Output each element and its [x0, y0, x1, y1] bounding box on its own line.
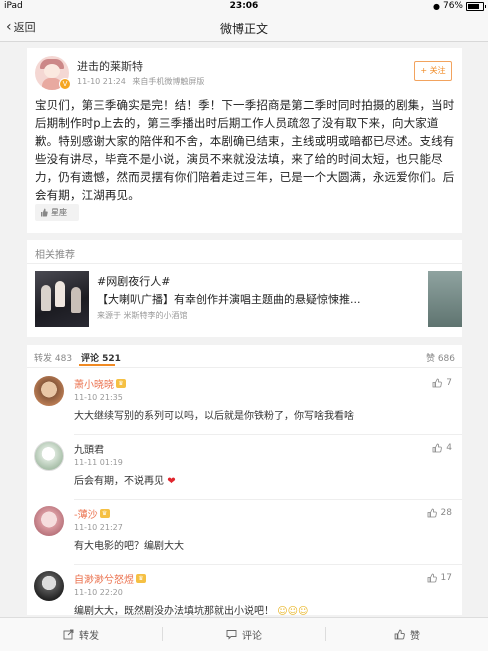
heart-icon: ❤ — [167, 476, 176, 487]
thumb-up-icon — [394, 629, 405, 640]
thumb-up-icon — [427, 508, 437, 518]
lock-icon: ● — [433, 1, 440, 11]
post-text: 宝贝们，第三季确实是完！结！季！下一季招商是第二季时同时拍摄的剧集，当时后期制作… — [35, 98, 455, 202]
thumb-figure — [41, 285, 51, 311]
comment-text: 有大电影的吧？编剧大大 — [74, 541, 184, 552]
recommend-thumbnail[interactable] — [35, 271, 89, 327]
post-source: 来自手机微博触屏版 — [132, 77, 205, 86]
comment-time: 11-10 21:27 — [74, 523, 123, 532]
thumb-up-icon — [432, 443, 443, 453]
tag-label: 星座 — [51, 208, 67, 217]
repost-label: 转发 — [79, 631, 99, 642]
tab-comment[interactable]: 评论 521 — [81, 351, 121, 364]
repost-button[interactable]: 转发 — [0, 627, 162, 642]
battery-fill — [468, 3, 479, 9]
thumb-up-icon — [432, 378, 443, 388]
comment-like-count: 7 — [446, 378, 452, 388]
comment-author[interactable]: 自渺渺兮怒煜 ♛ — [74, 571, 146, 586]
comment-text-body: 编剧大大，既然剧没办法填坑那就出小说吧！ — [74, 606, 274, 617]
recommend-next-thumbnail[interactable] — [428, 271, 462, 327]
recommend-headline[interactable]: #网剧夜行人# — [97, 273, 170, 289]
post-username[interactable]: 进击的莱斯特 — [77, 58, 143, 74]
status-right: ● 76% — [433, 1, 486, 11]
clock: 23:06 — [229, 1, 259, 11]
list-item: -薄沙 ♛ 11-10 21:27 有大电影的吧？编剧大大 28 — [27, 500, 462, 565]
nav-bar: ‹ 返回 微博正文 — [0, 14, 488, 42]
tag-button[interactable]: 星座 — [35, 204, 79, 221]
comment-like-button[interactable]: 7 — [432, 378, 452, 388]
comment-text-body: 后会有期，不说再见 — [74, 476, 164, 487]
bottom-action-bar: 转发 评论 赞 — [0, 617, 488, 651]
post-meta: 11-10 21:24 来自手机微博触屏版 — [77, 76, 204, 87]
comment-text: 编剧大大，既然剧没办法填坑那就出小说吧！ ☺☺☺ — [74, 602, 308, 617]
repost-icon — [63, 629, 74, 640]
comment-author-name: 萧小晓晓 — [74, 380, 114, 391]
crying-emoji-icon: ☺☺☺ — [277, 606, 309, 617]
thumb-up-icon — [427, 573, 437, 583]
recommend-card: 相关推荐 #网剧夜行人# 【大喇叭广播】有幸创作并演唱主题曲的悬疑惊悚推... … — [27, 240, 462, 337]
like-label: 赞 — [410, 631, 420, 642]
thumb-figure — [71, 287, 81, 313]
comment-text: 大大继续写别的系列可以吗，以后就是你铁粉了，你写啥我看啥 — [74, 411, 354, 422]
post-card: V 进击的莱斯特 11-10 21:24 来自手机微博触屏版 + 关注 宝贝们，… — [27, 48, 462, 233]
comment-icon — [226, 629, 237, 640]
avatar-face — [44, 64, 60, 78]
comment-text: 后会有期，不说再见 ❤ — [74, 472, 176, 487]
tab-repost[interactable]: 转发 483 — [34, 351, 72, 364]
vip-crown-icon: ♛ — [99, 509, 110, 518]
divider — [27, 263, 462, 264]
comment-author-name: 九頭君 — [74, 445, 104, 456]
active-tab-indicator — [79, 364, 115, 366]
comment-time: 11-10 21:35 — [74, 393, 123, 402]
status-bar: iPad 23:06 ● 76% — [0, 0, 488, 14]
avatar[interactable] — [34, 571, 64, 601]
comments-card: 转发 483 评论 521 赞 686 萧小晓晓 ♛ 11-10 21:35 大… — [27, 345, 462, 617]
comment-label: 评论 — [242, 631, 262, 642]
post-time: 11-10 21:24 — [77, 77, 126, 86]
comment-like-count: 4 — [446, 443, 452, 453]
page-title: 微博正文 — [219, 22, 268, 36]
comment-author[interactable]: 九頭君 — [74, 441, 104, 456]
comment-tabs: 转发 483 评论 521 赞 686 — [27, 345, 462, 368]
thumb-figure — [55, 281, 65, 307]
comment-like-button[interactable]: 4 — [432, 443, 452, 453]
verified-badge-icon: V — [59, 78, 71, 90]
list-item: 九頭君 11-11 01:19 后会有期，不说再见 ❤ 4 — [27, 435, 462, 500]
avatar[interactable] — [34, 376, 64, 406]
comment-time: 11-10 22:20 — [74, 588, 123, 597]
vip-crown-icon: ♛ — [116, 379, 126, 388]
list-item: 萧小晓晓 ♛ 11-10 21:35 大大继续写别的系列可以吗，以后就是你铁粉了… — [27, 370, 462, 435]
comment-like-count: 17 — [440, 573, 452, 583]
avatar[interactable] — [34, 506, 64, 536]
tab-like[interactable]: 赞 686 — [426, 351, 455, 364]
recommend-source: 来源于 米斯特李的小酒馆 — [97, 311, 188, 320]
vip-crown-icon: ♛ — [136, 574, 146, 583]
comment-like-button[interactable]: 17 — [427, 573, 452, 583]
thumb-icon — [40, 208, 48, 217]
avatar[interactable] — [34, 441, 64, 471]
like-button[interactable]: 赞 — [326, 627, 488, 642]
comment-like-button[interactable]: 28 — [427, 508, 452, 518]
recommend-subline[interactable]: 【大喇叭广播】有幸创作并演唱主题曲的悬疑惊悚推... — [97, 291, 432, 307]
comment-time: 11-11 01:19 — [74, 458, 123, 467]
battery-percent: 76% — [442, 1, 463, 11]
comment-author[interactable]: -薄沙 ♛ — [74, 506, 110, 521]
comment-author-name: 自渺渺兮怒煜 — [74, 575, 134, 586]
recommend-title: 相关推荐 — [35, 250, 75, 261]
comment-button[interactable]: 评论 — [163, 627, 325, 642]
comment-like-count: 28 — [440, 508, 452, 518]
comment-author-name: -薄沙 — [74, 510, 98, 521]
battery-icon — [466, 1, 486, 11]
follow-button[interactable]: + 关注 — [414, 61, 452, 81]
comment-author[interactable]: 萧小晓晓 ♛ — [74, 376, 126, 391]
